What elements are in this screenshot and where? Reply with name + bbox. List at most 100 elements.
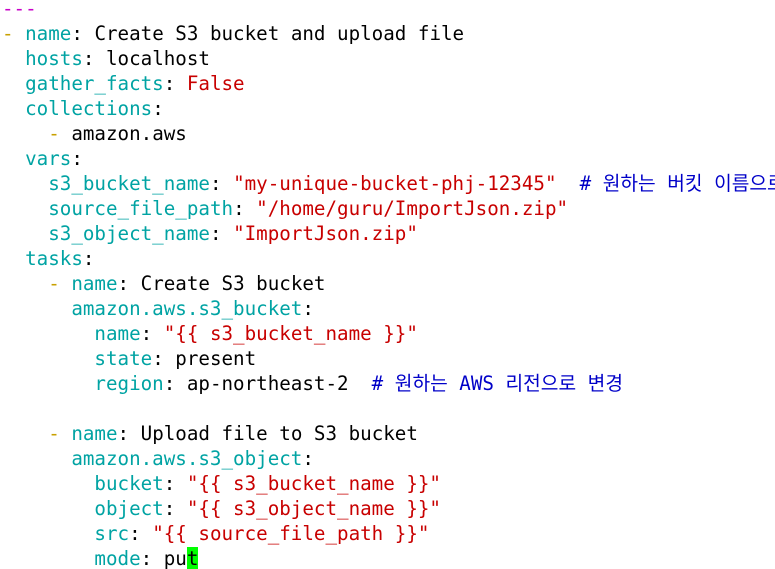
plain-text bbox=[2, 422, 48, 445]
list-dash: - bbox=[48, 422, 72, 445]
list-dash: - bbox=[48, 272, 72, 295]
string-value: "/home/guru/ImportJson.zip" bbox=[256, 197, 569, 220]
code-line[interactable]: s3_bucket_name: "my-unique-bucket-phj-12… bbox=[2, 171, 775, 196]
plain-text: Create S3 bucket and upload file bbox=[94, 22, 465, 45]
colon: : bbox=[163, 372, 187, 395]
text-cursor: t bbox=[186, 547, 199, 569]
yaml-key: region bbox=[94, 372, 164, 395]
code-line[interactable]: - amazon.aws bbox=[2, 121, 187, 146]
yaml-key: tasks bbox=[25, 247, 83, 270]
colon: : bbox=[209, 222, 234, 245]
code-line[interactable]: region: ap-northeast-2 # 원하는 AWS 리전으로 변경 bbox=[2, 371, 623, 396]
code-line[interactable]: amazon.aws.s3_object: bbox=[2, 446, 314, 471]
plain-text bbox=[2, 197, 48, 220]
code-line[interactable]: s3_object_name: "ImportJson.zip" bbox=[2, 221, 418, 246]
string-value: "{{ s3_object_name }}" bbox=[186, 497, 441, 520]
yaml-key: amazon.aws.s3_object bbox=[71, 447, 303, 470]
colon: : bbox=[117, 272, 141, 295]
string-value: "{{ s3_bucket_name }}" bbox=[186, 472, 441, 495]
code-line[interactable]: bucket: "{{ s3_bucket_name }}" bbox=[2, 471, 441, 496]
colon: : bbox=[140, 547, 164, 569]
code-line[interactable]: src: "{{ source_file_path }}" bbox=[2, 521, 429, 546]
plain-text: localhost bbox=[105, 47, 210, 70]
colon: : bbox=[152, 347, 176, 370]
yaml-key: name bbox=[71, 422, 118, 445]
plain-text: ap-northeast-2 bbox=[186, 372, 349, 395]
colon: : bbox=[129, 522, 153, 545]
plain-text bbox=[2, 122, 48, 145]
list-dash: - bbox=[48, 122, 72, 145]
yaml-key: s3_bucket_name bbox=[48, 172, 210, 195]
yaml-key: name bbox=[71, 272, 118, 295]
yaml-key: s3_object_name bbox=[48, 222, 210, 245]
plain-text bbox=[2, 222, 48, 245]
plain-text: amazon.aws bbox=[71, 122, 187, 145]
colon: : bbox=[71, 22, 95, 45]
code-line[interactable]: name: "{{ s3_bucket_name }}" bbox=[2, 321, 418, 346]
code-line[interactable]: state: present bbox=[2, 346, 256, 371]
comment: # 원하는 AWS 리전으로 변경 bbox=[348, 372, 623, 395]
code-line[interactable]: tasks: bbox=[2, 246, 94, 271]
colon: : bbox=[152, 97, 164, 120]
colon: : bbox=[82, 247, 95, 270]
code-line[interactable]: - name: Upload file to S3 bucket bbox=[2, 421, 418, 446]
plain-text bbox=[2, 272, 48, 295]
code-line[interactable]: vars: bbox=[2, 146, 83, 171]
yaml-key: object bbox=[94, 497, 164, 520]
plain-text bbox=[2, 472, 94, 495]
yaml-key: hosts bbox=[25, 47, 83, 70]
plain-text bbox=[2, 522, 94, 545]
document-start: --- bbox=[2, 0, 37, 20]
list-dash: - bbox=[2, 22, 26, 45]
plain-text bbox=[2, 72, 25, 95]
comment: # 원하는 버킷 이름으로 변경 bbox=[579, 172, 775, 195]
colon: : bbox=[140, 322, 164, 345]
plain-text bbox=[2, 97, 25, 120]
plain-text bbox=[2, 372, 94, 395]
code-line[interactable]: - name: Create S3 bucket bbox=[2, 271, 326, 296]
yaml-key: source_file_path bbox=[48, 197, 234, 220]
code-line[interactable]: amazon.aws.s3_bucket: bbox=[2, 296, 314, 321]
string-value: "{{ s3_bucket_name }}" bbox=[163, 322, 418, 345]
yaml-key: src bbox=[94, 522, 130, 545]
code-line[interactable]: - name: Create S3 bucket and upload file bbox=[2, 21, 464, 46]
string-value: "my-unique-bucket-phj-12345" bbox=[233, 172, 557, 195]
yaml-key: amazon.aws.s3_bucket bbox=[71, 297, 303, 320]
code-line[interactable]: hosts: localhost bbox=[2, 46, 210, 71]
colon: : bbox=[117, 422, 141, 445]
code-line[interactable]: gather_facts: False bbox=[2, 71, 245, 96]
string-value: "{{ source_file_path }}" bbox=[152, 522, 430, 545]
plain-text bbox=[2, 447, 71, 470]
yaml-key: state bbox=[94, 347, 153, 370]
plain-text bbox=[2, 247, 25, 270]
plain-text bbox=[2, 322, 94, 345]
code-line[interactable]: mode: put bbox=[2, 546, 199, 569]
plain-text: present bbox=[175, 347, 257, 370]
yaml-key: name bbox=[25, 22, 72, 45]
yaml-key: bucket bbox=[94, 472, 164, 495]
yaml-key: gather_facts bbox=[25, 72, 164, 95]
colon: : bbox=[71, 147, 83, 170]
colon: : bbox=[302, 447, 314, 470]
colon: : bbox=[302, 297, 314, 320]
colon: : bbox=[233, 197, 257, 220]
plain-text bbox=[2, 172, 48, 195]
plain-text: pu bbox=[163, 547, 187, 569]
plain-text: Create S3 bucket bbox=[140, 272, 326, 295]
plain-text bbox=[2, 147, 25, 170]
plain-text bbox=[2, 547, 94, 569]
yaml-key: name bbox=[94, 322, 141, 345]
plain-text bbox=[2, 47, 25, 70]
code-line[interactable]: source_file_path: "/home/guru/ImportJson… bbox=[2, 196, 568, 221]
yaml-key: collections bbox=[25, 97, 153, 120]
string-value: "ImportJson.zip" bbox=[233, 222, 418, 245]
yaml-key: vars bbox=[25, 147, 72, 170]
code-line[interactable]: collections: bbox=[2, 96, 164, 121]
plain-text bbox=[2, 347, 94, 370]
code-line[interactable]: object: "{{ s3_object_name }}" bbox=[2, 496, 441, 521]
code-line[interactable]: --- bbox=[2, 0, 37, 21]
plain-text bbox=[2, 497, 94, 520]
text-editor[interactable]: --- - name: Create S3 bucket and upload f… bbox=[0, 0, 775, 569]
colon: : bbox=[209, 172, 234, 195]
plain-text: Upload file to S3 bucket bbox=[140, 422, 418, 445]
